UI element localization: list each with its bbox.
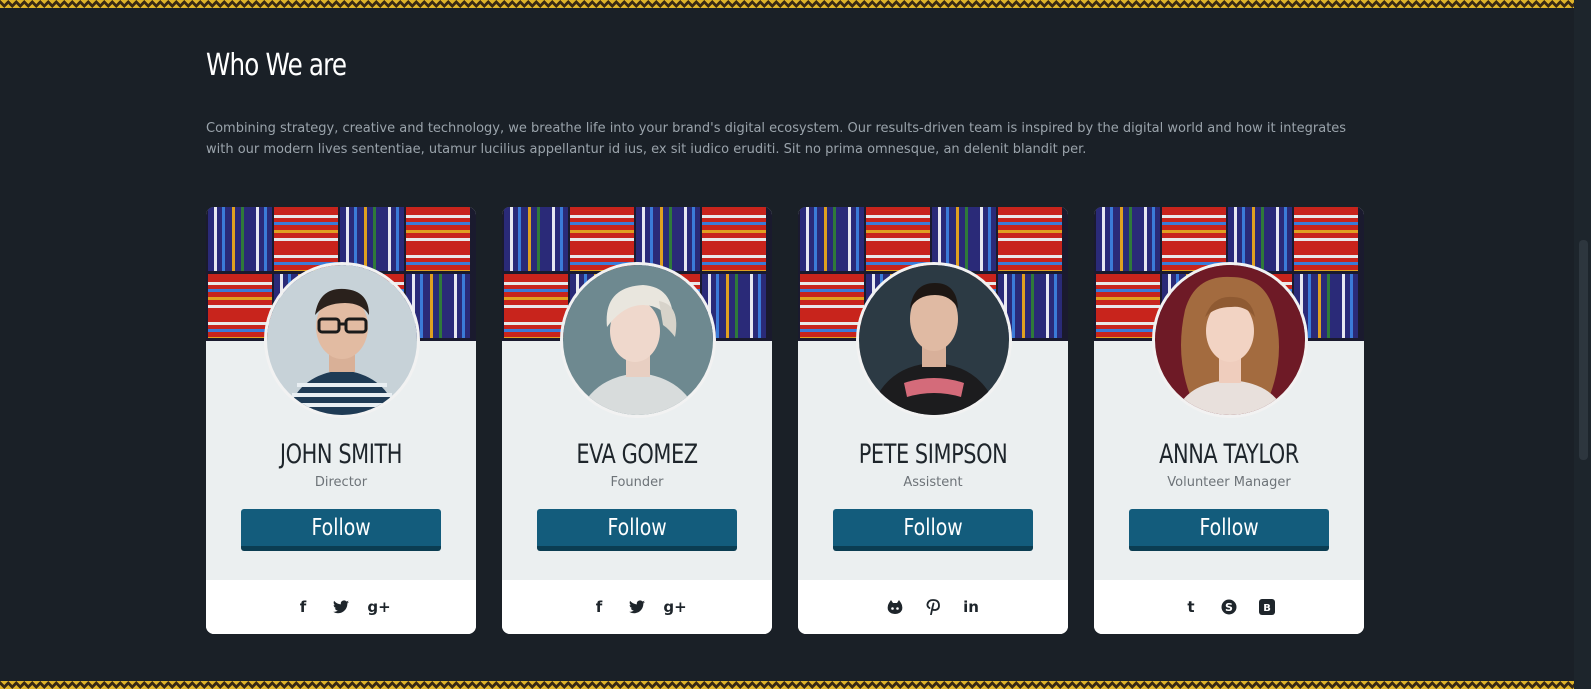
twitter-icon[interactable] (628, 598, 646, 616)
social-links: f g+ (502, 580, 772, 634)
team-card-eva-gomez: EVA GOMEZ Founder Follow f g+ (502, 207, 772, 634)
github-icon[interactable] (886, 598, 904, 616)
facebook-icon[interactable]: f (590, 598, 608, 616)
member-name: PETE SIMPSON (858, 439, 1008, 470)
follow-button[interactable]: Follow (1129, 509, 1329, 551)
follow-button[interactable]: Follow (241, 509, 441, 551)
tumblr-icon[interactable]: t (1182, 598, 1200, 616)
pinterest-icon[interactable] (924, 598, 942, 616)
svg-text:S: S (1225, 601, 1233, 614)
bottom-border-pattern (0, 681, 1591, 689)
svg-text:B: B (1263, 603, 1271, 614)
google-plus-icon[interactable]: g+ (367, 598, 390, 616)
follow-button[interactable]: Follow (833, 509, 1033, 551)
skype-icon[interactable]: S (1220, 598, 1238, 616)
member-role: Director (314, 475, 368, 490)
scrollbar-thumb[interactable] (1579, 240, 1588, 460)
member-name: JOHN SMITH (279, 439, 403, 470)
member-role: Assistent (903, 475, 963, 490)
team-card-anna-taylor: ANNA TAYLOR Volunteer Manager Follow t S… (1094, 207, 1364, 634)
avatar (856, 262, 1012, 418)
google-plus-icon[interactable]: g+ (663, 598, 686, 616)
avatar (1152, 262, 1308, 418)
avatar (560, 262, 716, 418)
team-card-pete-simpson: PETE SIMPSON Assistent Follow in (798, 207, 1068, 634)
member-role: Founder (610, 475, 664, 490)
section-title: Who We are (206, 48, 347, 83)
social-links: in (798, 580, 1068, 634)
social-links: f g+ (206, 580, 476, 634)
page-scrollbar[interactable] (1574, 0, 1591, 689)
member-name: EVA GOMEZ (576, 439, 698, 470)
blogger-icon[interactable]: B (1258, 598, 1276, 616)
facebook-icon[interactable]: f (294, 598, 312, 616)
member-role: Volunteer Manager (1167, 475, 1291, 490)
section-intro: Combining strategy, creative and technol… (206, 121, 1347, 157)
follow-button[interactable]: Follow (537, 509, 737, 551)
avatar (264, 262, 420, 418)
top-border-pattern (0, 0, 1591, 8)
member-name: ANNA TAYLOR (1159, 439, 1299, 470)
team-card-john-smith: JOHN SMITH Director Follow f g+ (206, 207, 476, 634)
twitter-icon[interactable] (332, 598, 350, 616)
social-links: t S B (1094, 580, 1364, 634)
linkedin-icon[interactable]: in (962, 598, 980, 616)
